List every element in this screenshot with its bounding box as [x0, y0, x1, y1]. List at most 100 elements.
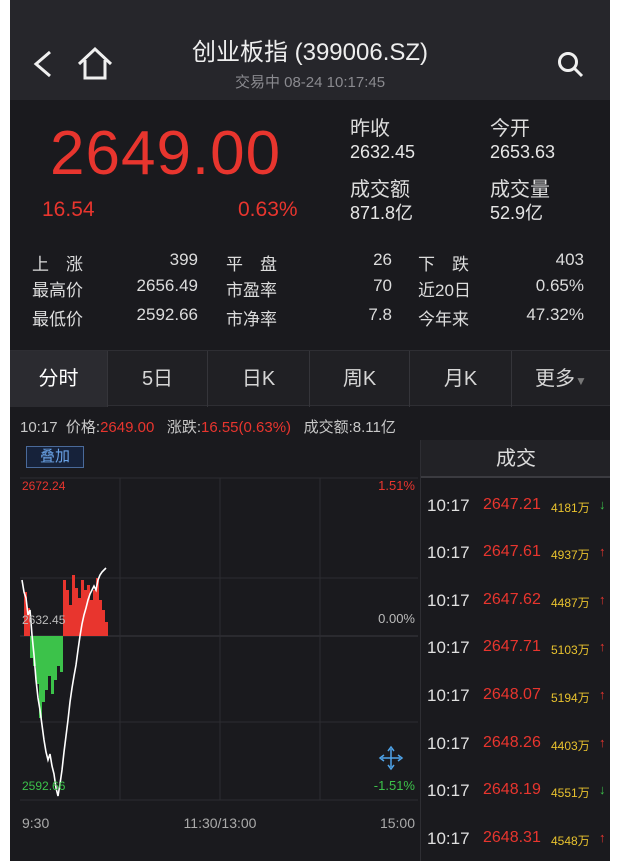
down-bar: [45, 636, 48, 690]
x-label-mid: 11:30/13:00: [184, 815, 257, 831]
stats-row: 上 涨 399 平 盘 26 下 跌 403: [10, 250, 610, 278]
tab-intraday[interactable]: 分时: [10, 351, 108, 407]
stat-label: 平 盘: [226, 255, 277, 274]
tab-monthly-k[interactable]: 月K: [410, 351, 512, 407]
stat-label: 今年来: [418, 310, 469, 329]
up-bar: [87, 585, 90, 636]
volume-value: 52.9亿: [490, 203, 544, 223]
trade-volume: 4937万: [551, 548, 590, 562]
overlay-button[interactable]: 叠加: [26, 446, 84, 468]
trade-price: 2647.71: [483, 638, 541, 655]
x-label-start: 9:30: [22, 815, 49, 831]
trade-price: 2648.07: [483, 686, 541, 703]
arrow-up-icon: ↑: [599, 639, 606, 654]
trade-price: 2647.62: [483, 591, 541, 608]
pct-label-bottom: -1.51%: [374, 778, 416, 793]
up-bar: [69, 605, 72, 636]
trading-status: 交易中 08-24 10:17:45: [234, 74, 386, 91]
stat-value: 26: [373, 250, 392, 269]
up-bar: [93, 590, 96, 636]
tab-weekly-k[interactable]: 周K: [310, 351, 410, 407]
stat-label: 上 涨: [32, 255, 83, 274]
stat-value: 2656.49: [136, 276, 198, 295]
trade-price: 2648.26: [483, 734, 541, 751]
trade-time: 10:17: [427, 734, 470, 753]
up-bar: [99, 600, 102, 636]
trade-price: 2648.31: [483, 829, 541, 846]
tab-more[interactable]: 更多▼: [512, 351, 610, 407]
tab-more-label: 更多: [535, 368, 576, 390]
turnover-label: 成交额: [350, 179, 410, 201]
stat-label: 最高价: [32, 281, 83, 300]
stats-row: 最低价 2592.66 市净率 7.8 今年来 47.32%: [10, 305, 610, 333]
intraday-chart[interactable]: 2672.24 2632.45 2592.66 1.51% 0.00% -1.5…: [10, 440, 420, 861]
price-change-percent: 0.63%: [238, 198, 298, 221]
trade-time: 10:17: [427, 829, 470, 848]
trade-volume: 4487万: [551, 596, 590, 610]
app-screen: 创业板指 (399006.SZ) 交易中 08-24 10:17:45 2649…: [10, 0, 610, 861]
chart-info-line: 10:17 价格:2649.00 涨跌:16.55(0.63%) 成交额:8.1…: [20, 416, 396, 437]
y-label-bottom: 2592.66: [22, 779, 66, 793]
arrow-down-icon: ↓: [599, 782, 606, 797]
stat-value: 399: [169, 250, 198, 269]
up-bar: [105, 622, 108, 636]
arrow-up-icon: ↑: [599, 687, 606, 702]
arrow-up-icon: ↑: [599, 544, 606, 559]
down-bar: [60, 636, 63, 672]
trades-panel: 成交 10:17 2647.21 4181万 ↓ 10:17 2647.61 4…: [420, 440, 610, 861]
down-bar: [42, 636, 45, 702]
trade-volume: 5194万: [551, 691, 590, 705]
stat-value: 70: [373, 276, 392, 295]
info-turnover-label: 成交额:: [303, 419, 353, 436]
up-bar: [90, 600, 93, 636]
volume-label: 成交量: [490, 179, 550, 201]
tab-daily-k[interactable]: 日K: [208, 351, 310, 407]
trade-row: 10:17 2647.62 4487万 ↑: [427, 591, 610, 615]
trade-volume: 4181万: [551, 501, 590, 515]
down-bar: [48, 636, 51, 676]
open-value: 2653.63: [490, 142, 556, 162]
period-tabs: 分时 5日 日K 周K 月K 更多▼: [10, 350, 610, 407]
info-turnover: 8.11亿: [352, 419, 396, 436]
trade-time: 10:17: [427, 496, 470, 515]
caret-down-icon: ▼: [575, 374, 587, 388]
open-label: 今开: [490, 118, 530, 140]
trade-row: 10:17 2648.26 4403万 ↑: [427, 734, 610, 758]
up-bar: [75, 588, 78, 636]
arrow-up-icon: ↑: [599, 735, 606, 750]
info-change-label: 涨跌:: [166, 419, 201, 436]
trades-header: 成交: [421, 440, 610, 478]
trade-row: 10:17 2647.61 4937万 ↑: [427, 543, 610, 567]
tab-5day[interactable]: 5日: [108, 351, 208, 407]
top-bar: 创业板指 (399006.SZ) 交易中 08-24 10:17:45: [10, 0, 610, 100]
prev-close-value: 2632.45: [350, 142, 416, 162]
trade-volume: 5103万: [551, 643, 590, 657]
trade-volume: 4548万: [551, 834, 590, 848]
trade-row: 10:17 2648.07 5194万 ↑: [427, 686, 610, 710]
stat-value: 7.8: [368, 305, 392, 324]
open-price: 今开 2653.63: [490, 117, 555, 163]
info-price: 2649.00: [100, 419, 155, 436]
page-title: 创业板指 (399006.SZ): [191, 39, 429, 66]
trade-time: 10:17: [427, 686, 470, 705]
arrow-up-icon: ↑: [599, 592, 606, 607]
intraday-chart-svg: 2672.24 2632.45 2592.66 1.51% 0.00% -1.5…: [20, 477, 418, 831]
stat-label: 最低价: [32, 310, 83, 329]
down-bar: [54, 636, 57, 680]
stat-label: 市盈率: [226, 281, 277, 300]
y-label-mid: 2632.45: [22, 613, 66, 627]
expand-icon[interactable]: [378, 745, 404, 771]
down-bar: [51, 636, 54, 694]
stat-label: 下 跌: [418, 255, 469, 274]
stat-value: 403: [555, 250, 584, 269]
trade-time: 10:17: [427, 543, 470, 562]
prev-close-label: 昨收: [350, 118, 390, 140]
arrow-up-icon: ↑: [599, 830, 606, 845]
info-change: 16.55(0.63%): [200, 419, 292, 436]
stats-row: 最高价 2656.49 市盈率 70 近20日 0.65%: [10, 276, 610, 304]
y-label-top: 2672.24: [22, 479, 66, 493]
trade-price: 2647.61: [483, 543, 541, 560]
search-icon[interactable]: [556, 50, 586, 80]
turnover: 成交额 871.8亿: [350, 178, 413, 224]
price-change: 16.54: [42, 198, 95, 221]
